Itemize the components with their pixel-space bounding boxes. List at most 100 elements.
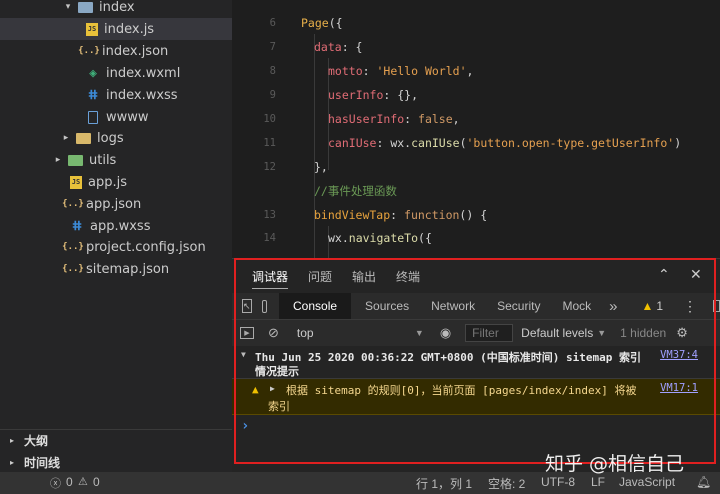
chevron-right-icon: ▸: [55, 155, 61, 165]
code-line: //事件处理函数: [232, 179, 720, 202]
dropdown-arrow-icon: ▼: [597, 328, 607, 338]
close-icon[interactable]: ✕: [690, 267, 702, 283]
kebab-menu-icon[interactable]: ⋮: [683, 298, 697, 315]
source-link[interactable]: VM17:1: [660, 382, 698, 394]
tree-item-app-js[interactable]: JS app.js: [0, 171, 232, 193]
log-group-title: Thu Jun 25 2020 00:36:22 GMT+0800 (中国标准时…: [255, 351, 642, 364]
chevron-down-icon[interactable]: ▼: [241, 350, 246, 359]
chevron-right-icon: ▸: [63, 133, 69, 143]
tree-folder-utils[interactable]: ▸ utils: [0, 149, 232, 171]
device-toggle-icon[interactable]: [261, 299, 268, 313]
cursor-position[interactable]: 行 1，列 1: [416, 475, 472, 492]
indentation[interactable]: 空格: 2: [488, 475, 525, 492]
eye-icon[interactable]: ◉: [440, 325, 451, 341]
code-line: 10 hasUserInfo: false,: [232, 107, 720, 130]
line-number: 10: [263, 112, 276, 125]
code-token: ({: [418, 230, 432, 245]
tree-item-wwww[interactable]: wwww: [0, 106, 232, 128]
tree-item-label: index.wxss: [106, 87, 178, 103]
code-line: 14 wx.navigateTo({: [232, 226, 720, 249]
wxml-file-icon: ◈: [89, 65, 97, 81]
tab-terminal[interactable]: 终端: [396, 259, 420, 293]
line-number: 13: [263, 208, 276, 221]
log-warning[interactable]: ▲ ▶ 根据 sitemap 的规则[0]，当前页面 [pages/index/…: [232, 379, 720, 415]
code-line: 12 },: [232, 155, 720, 178]
code-token: ,: [466, 63, 474, 78]
tab-problems[interactable]: 问题: [308, 259, 332, 293]
source-link[interactable]: VM37:4: [660, 349, 698, 361]
timeline-section[interactable]: ▸ 时间线: [0, 451, 232, 473]
tree-item-index-json[interactable]: {..} index.json: [0, 40, 232, 62]
code-token: :: [362, 63, 377, 78]
sidebar-toggle-icon[interactable]: ▶: [240, 327, 254, 339]
error-count[interactable]: 0: [66, 475, 73, 489]
code-line: 8 motto: 'Hello World',: [232, 59, 720, 82]
inspect-element-icon[interactable]: ↖: [242, 299, 252, 313]
outline-section[interactable]: ▸ 大纲: [0, 429, 232, 451]
more-tabs-icon[interactable]: »: [609, 293, 617, 319]
tree-item-app-json[interactable]: {..} app.json: [0, 193, 232, 215]
tree-item-app-wxss[interactable]: ⵌ app.wxss: [0, 215, 232, 237]
tree-item-project-config[interactable]: {..} project.config.json: [0, 236, 232, 258]
chevron-right-icon[interactable]: ▶: [270, 384, 275, 393]
dropdown-arrow-icon[interactable]: ▼: [415, 328, 424, 338]
tree-item-label: logs: [97, 130, 124, 146]
log-group-title-cont: 情况提示: [255, 365, 299, 378]
tree-item-label: index.js: [104, 21, 155, 37]
tab-network[interactable]: Network: [431, 293, 475, 319]
code-token: bindViewTap: [314, 207, 391, 222]
tree-item-label: index.wxml: [106, 65, 181, 81]
warning-count[interactable]: 1: [656, 299, 663, 313]
code-token: ({: [328, 15, 343, 30]
error-icon[interactable]: ⓧ: [50, 475, 61, 491]
tree-item-label: utils: [89, 152, 117, 168]
log-group[interactable]: ▼ Thu Jun 25 2020 00:36:22 GMT+0800 (中国标…: [232, 346, 720, 379]
js-file-icon: JS: [86, 22, 98, 36]
tree-item-index-wxml[interactable]: ◈ index.wxml: [0, 62, 232, 84]
code-token: (: [459, 135, 467, 150]
chevron-up-icon[interactable]: ⌃: [658, 267, 670, 283]
section-label: 时间线: [24, 455, 61, 470]
tree-item-index-wxss[interactable]: ⵌ index.wxss: [0, 84, 232, 106]
code-token: 'button.open-type.getUserInfo': [466, 135, 675, 150]
code-token: : {: [341, 39, 363, 54]
tree-folder-logs[interactable]: ▸ logs: [0, 127, 232, 149]
gear-icon[interactable]: ⚙: [676, 325, 688, 341]
bell-icon[interactable]: 🔔︎: [696, 475, 711, 489]
tab-debugger[interactable]: 调试器: [252, 259, 289, 293]
levels-dropdown[interactable]: Default levels: [521, 326, 593, 340]
warning-icon[interactable]: ⚠: [78, 475, 88, 488]
code-token: : {},: [383, 87, 419, 102]
tab-security[interactable]: Security: [497, 293, 540, 319]
tree-folder-index[interactable]: ▾ index: [0, 0, 232, 18]
folder-icon: [68, 154, 83, 166]
tab-output[interactable]: 输出: [352, 259, 376, 293]
dock-icon[interactable]: [713, 300, 720, 312]
warning-count-status[interactable]: 0: [93, 475, 100, 489]
tab-mock[interactable]: Mock: [562, 293, 591, 319]
tree-item-label: app.js: [88, 174, 127, 190]
filter-input[interactable]: Filter: [465, 324, 514, 342]
tree-item-sitemap[interactable]: {..} sitemap.json: [0, 258, 232, 280]
tab-sources[interactable]: Sources: [365, 293, 409, 319]
end-of-line[interactable]: LF: [591, 475, 605, 489]
context-select[interactable]: top: [297, 326, 407, 340]
chevron-right-icon: ▸: [10, 457, 15, 467]
clear-console-icon[interactable]: ⊘: [268, 325, 279, 341]
debugger-panel: 调试器 问题 输出 终端 ⌃ ✕ ↖ Console Sources Netwo…: [232, 258, 720, 473]
language-mode[interactable]: JavaScript: [619, 475, 675, 489]
console-prompt[interactable]: ›: [241, 418, 249, 434]
tab-console[interactable]: Console: [279, 293, 352, 319]
code-token: () {: [459, 207, 488, 222]
line-number: 14: [263, 231, 276, 244]
file-explorer: ▾ index JS index.js {..} index.json ◈ in…: [0, 0, 232, 472]
code-token: },: [314, 159, 328, 174]
tree-item-index-js[interactable]: JS index.js: [0, 18, 232, 40]
encoding[interactable]: UTF-8: [541, 475, 575, 489]
panel-tab-bar: 调试器 问题 输出 终端 ⌃ ✕: [232, 259, 720, 293]
code-editor[interactable]: 6 Page({ 7 data: { 8 motto: 'Hello World…: [232, 0, 720, 266]
file-icon: [88, 110, 98, 124]
code-line: 9 userInfo: {},: [232, 83, 720, 106]
code-line: 11 canIUse: wx.canIUse('button.open-type…: [232, 131, 720, 154]
code-line: 6 Page({: [232, 11, 720, 34]
